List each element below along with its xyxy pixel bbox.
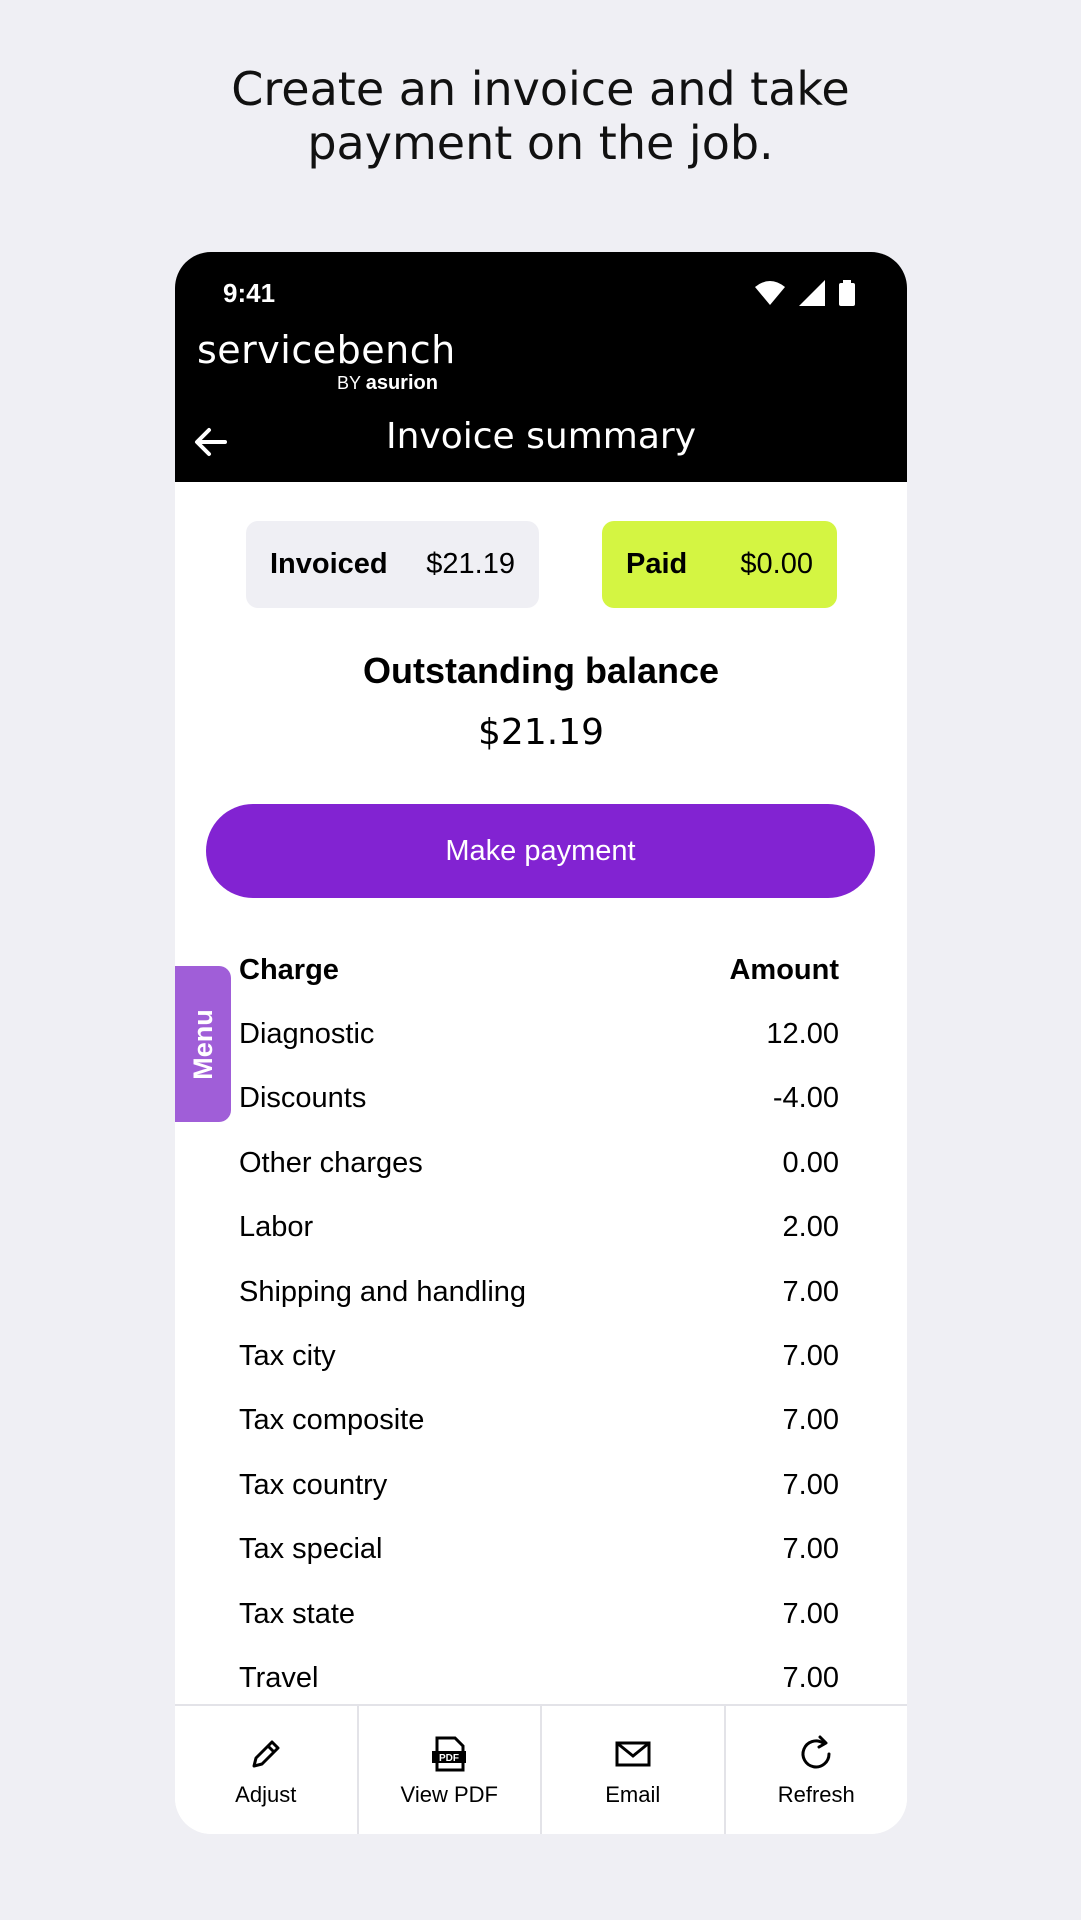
charges-table: Charge Amount Diagnostic 12.00 Discounts -… [239, 938, 839, 1711]
status-icons [755, 280, 855, 306]
table-row: Tax country 7.00 [239, 1453, 839, 1517]
amount-column-header: Amount [729, 953, 839, 986]
charge-amount: -4.00 [772, 1082, 839, 1115]
menu-tab-label: Menu [187, 1008, 218, 1080]
charge-name: Tax state [239, 1597, 356, 1630]
pdf-icon: PDF [432, 1736, 467, 1772]
charge-column-header: Charge [239, 953, 339, 986]
table-header: Charge Amount [239, 938, 839, 1002]
refresh-button[interactable]: Refresh [726, 1706, 908, 1834]
charge-name: Tax special [239, 1533, 383, 1566]
view-pdf-label: View PDF [400, 1782, 498, 1807]
headline: Create an invoice and take payment on th… [0, 62, 1081, 170]
svg-text:PDF: PDF [439, 1753, 459, 1764]
charge-amount: 7.00 [782, 1597, 839, 1630]
charge-name: Discounts [239, 1082, 367, 1115]
charge-amount: 7.00 [782, 1468, 839, 1501]
charge-name: Labor [239, 1211, 314, 1244]
paid-value: $0.00 [740, 548, 813, 580]
status-time: 9:41 [223, 278, 276, 308]
charge-amount: 0.00 [782, 1146, 839, 1179]
bottom-action-bar: Adjust PDF View PDF Email Refresh [175, 1704, 907, 1834]
charge-name: Tax country [239, 1468, 388, 1501]
headline-line-2: payment on the job. [307, 116, 774, 170]
table-row: Travel 7.00 [239, 1646, 839, 1710]
charge-amount: 7.00 [782, 1275, 839, 1308]
charge-name: Tax city [239, 1340, 336, 1373]
table-row: Discounts -4.00 [239, 1067, 839, 1131]
refresh-label: Refresh [777, 1782, 855, 1807]
email-button[interactable]: Email [542, 1706, 726, 1834]
charge-amount: 7.00 [782, 1661, 839, 1694]
table-row: Tax special 7.00 [239, 1518, 839, 1582]
page-title: Invoice summary [385, 416, 697, 457]
app-header: 9:41 servicebench BY asurion Invoice sum… [175, 252, 907, 482]
menu-tab[interactable]: Menu [175, 966, 231, 1122]
make-payment-button[interactable]: Make payment [206, 804, 875, 898]
charge-amount: 7.00 [782, 1404, 839, 1437]
invoiced-summary: Invoiced $21.19 [246, 521, 539, 608]
table-row: Shipping and handling 7.00 [239, 1260, 839, 1324]
charge-name: Diagnostic [239, 1018, 375, 1051]
charge-name: Shipping and handling [239, 1275, 527, 1308]
wifi-icon [755, 281, 785, 305]
paid-label: Paid [626, 548, 688, 580]
refresh-icon [801, 1735, 831, 1769]
adjust-label: Adjust [235, 1782, 297, 1807]
outstanding-balance-value: $21.19 [478, 712, 604, 753]
charge-amount: 12.00 [766, 1018, 839, 1051]
charge-amount: 7.00 [782, 1533, 839, 1566]
logo-byline: BY asurion [337, 372, 438, 395]
charge-amount: 2.00 [782, 1211, 839, 1244]
servicebench-logo: servicebench BY asurion [197, 328, 456, 394]
email-label: Email [605, 1782, 661, 1807]
invoiced-value: $21.19 [426, 548, 515, 580]
paid-summary: Paid $0.00 [602, 521, 837, 608]
outstanding-balance-label: Outstanding balance [362, 650, 720, 691]
logo-parent: asurion [365, 372, 438, 394]
table-row: Tax city 7.00 [239, 1324, 839, 1388]
charge-name: Travel [239, 1661, 319, 1694]
envelope-icon [615, 1741, 651, 1767]
adjust-button[interactable]: Adjust [175, 1706, 359, 1834]
invoiced-label: Invoiced [270, 548, 388, 580]
table-row: Tax composite 7.00 [239, 1389, 839, 1453]
table-row: Tax state 7.00 [239, 1582, 839, 1646]
logo-by: BY [337, 373, 361, 393]
logo-wordmark: servicebench [197, 328, 456, 372]
charge-name: Other charges [239, 1146, 423, 1179]
view-pdf-button[interactable]: PDF View PDF [359, 1706, 542, 1834]
headline-line-1: Create an invoice and take [231, 62, 850, 116]
charge-name: Tax composite [239, 1404, 425, 1437]
table-row: Labor 2.00 [239, 1196, 839, 1260]
charge-amount: 7.00 [782, 1340, 839, 1373]
pencil-icon [252, 1740, 280, 1768]
table-row: Diagnostic 12.00 [239, 1002, 839, 1066]
signal-icon [799, 280, 825, 306]
phone-screen: 9:41 servicebench BY asurion Invoice sum… [175, 252, 907, 1834]
table-row: Other charges 0.00 [239, 1131, 839, 1195]
battery-icon [839, 280, 855, 306]
